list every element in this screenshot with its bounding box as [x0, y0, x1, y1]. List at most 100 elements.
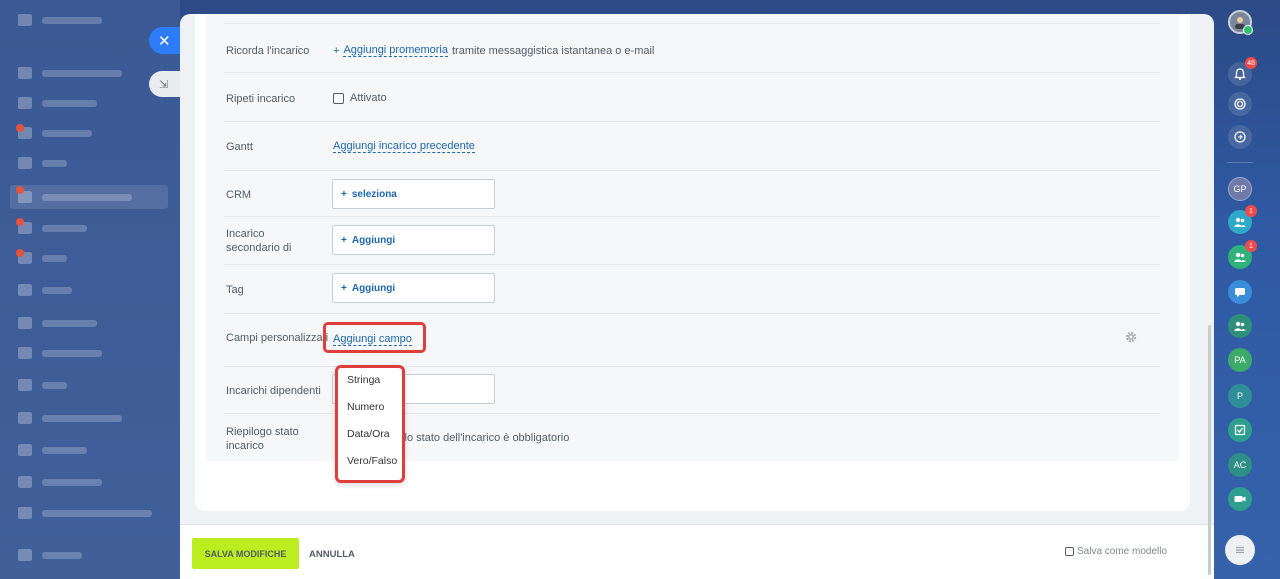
online-status-icon: [1243, 25, 1253, 35]
plus-icon: +: [333, 44, 340, 57]
camera-icon: [1234, 496, 1246, 502]
tag-label: Tag: [226, 284, 244, 296]
gantt-value: Aggiungi incarico precedente: [333, 140, 475, 153]
group-icon: [1234, 321, 1246, 331]
dropdown-option[interactable]: Data/Ora: [347, 428, 390, 440]
notification-dot: [16, 124, 24, 132]
notifications-button[interactable]: 48: [1228, 57, 1257, 86]
menu-item[interactable]: [18, 10, 168, 30]
notification-dot: [16, 218, 24, 226]
message-icon: [1235, 288, 1245, 298]
minimize-panel-button[interactable]: ⇲: [149, 71, 182, 97]
menu-item[interactable]: [18, 93, 168, 113]
top-divider: [224, 14, 1160, 24]
notification-dot: [16, 186, 24, 194]
highlight-frame: [323, 322, 426, 353]
gantt-label: Gantt: [226, 141, 253, 153]
panel-scrollbar[interactable]: [1208, 325, 1211, 575]
add-previous-task-link[interactable]: Aggiungi incarico precedente: [333, 140, 475, 153]
menu-item[interactable]: [18, 472, 168, 492]
crm-label: CRM: [226, 189, 252, 201]
close-panel-button[interactable]: ✕: [149, 27, 182, 54]
menu-item[interactable]: [18, 545, 168, 565]
video-call[interactable]: [1228, 487, 1252, 511]
plus-icon: +: [341, 234, 347, 246]
subtask-row: Incarico secondario di + Aggiungi: [224, 217, 1160, 265]
menu-item[interactable]: [18, 153, 168, 173]
menu-item[interactable]: [18, 248, 168, 268]
subtask-add-label: Aggiungi: [351, 234, 396, 246]
crm-row: CRM + seleziona: [224, 171, 1160, 217]
menu-item[interactable]: [18, 280, 168, 300]
group-icon: [1234, 252, 1246, 262]
save-as-template-checkbox[interactable]: [1065, 547, 1074, 556]
reminder-row: Ricorda l'incarico + Aggiungi promemoria…: [224, 24, 1160, 73]
gear-icon[interactable]: [1125, 331, 1137, 343]
reminder-value: + Aggiungi promemoria tramite messaggist…: [333, 44, 654, 57]
repeat-value: Attivato: [333, 92, 387, 104]
dropdown-option[interactable]: Stringa: [347, 374, 380, 386]
menu-item-active[interactable]: [10, 185, 168, 209]
tag-add-label: Aggiungi: [351, 282, 396, 294]
chat-initials: P: [1236, 391, 1243, 401]
group-chat-2[interactable]: 1: [1228, 240, 1257, 269]
reminder-label: Ricorda l'incarico: [226, 45, 310, 57]
footer-bar: SALVA MODIFICHE ANNULLA Salva come model…: [180, 524, 1214, 579]
chat-ac[interactable]: AC: [1228, 453, 1252, 477]
menu-lines-icon: [1236, 546, 1244, 554]
copilot-button[interactable]: [1228, 92, 1252, 116]
checkbox-icon: [1234, 424, 1246, 436]
tag-add-button[interactable]: + Aggiungi: [332, 273, 495, 303]
subtask-label: Incarico secondario di: [226, 228, 292, 254]
spiral-icon: [1234, 98, 1246, 110]
group-chat-3[interactable]: [1228, 314, 1252, 338]
menu-button[interactable]: [1225, 535, 1255, 565]
repeat-checkbox[interactable]: [333, 92, 344, 104]
notification-dot: [16, 249, 24, 257]
chat-messages[interactable]: [1228, 280, 1252, 304]
menu-item[interactable]: [18, 343, 168, 363]
subtask-add-button[interactable]: + Aggiungi: [332, 225, 495, 255]
notifications-badge: 48: [1245, 57, 1257, 69]
chat-pa[interactable]: PA: [1228, 348, 1252, 372]
custom-fields-label: Campi personalizzati: [226, 332, 329, 344]
search-button[interactable]: [1228, 125, 1252, 149]
dependent-tasks-label: Incarichi dipendenti: [226, 385, 321, 397]
dropdown-option[interactable]: Numero: [347, 401, 384, 413]
chat-badge: 1: [1245, 240, 1257, 252]
search-icon: [1234, 131, 1246, 143]
chat-p[interactable]: P: [1228, 384, 1252, 408]
menu-item[interactable]: [18, 313, 168, 333]
group-chat-1[interactable]: 1: [1228, 205, 1257, 234]
plus-icon: +: [341, 188, 347, 200]
tag-row: Tag + Aggiungi: [224, 265, 1160, 314]
chat-gp[interactable]: GP: [1228, 177, 1252, 201]
status-summary-label: Riepilogo stato incarico: [226, 426, 299, 452]
minimize-icon: ⇲: [159, 78, 169, 91]
dropdown-option[interactable]: Vero/Falso: [347, 455, 397, 467]
menu-item[interactable]: [18, 123, 168, 143]
menu-item[interactable]: [18, 408, 168, 428]
task-edit-panel: Ricorda l'incarico + Aggiungi promemoria…: [180, 14, 1214, 579]
tasks-chat[interactable]: [1228, 418, 1252, 442]
reminder-suffix: tramite messaggistica istantanea o e-mai…: [452, 44, 655, 57]
menu-item[interactable]: [18, 218, 168, 238]
repeat-checkbox-label: Attivato: [350, 92, 387, 104]
status-summary-text: ello stato dell'incarico è obbligatorio: [396, 432, 570, 444]
repeat-row: Ripeti incarico Attivato: [224, 73, 1160, 122]
field-type-dropdown: Stringa Numero Data/Ora Vero/Falso: [335, 365, 405, 483]
menu-item[interactable]: [18, 375, 168, 395]
repeat-label: Ripeti incarico: [226, 93, 296, 105]
bell-icon: [1234, 68, 1246, 81]
menu-item[interactable]: [18, 63, 168, 83]
menu-item[interactable]: [18, 503, 168, 523]
user-avatar[interactable]: [1228, 10, 1253, 35]
cancel-button[interactable]: ANNULLA: [309, 549, 355, 560]
crm-select-button[interactable]: + seleziona: [332, 179, 495, 209]
divider: [1227, 162, 1253, 163]
gantt-row: Gantt Aggiungi incarico precedente: [224, 122, 1160, 171]
save-changes-button[interactable]: SALVA MODIFICHE: [192, 538, 299, 569]
chat-initials: AC: [1233, 460, 1247, 470]
add-reminder-link[interactable]: Aggiungi promemoria: [343, 44, 448, 57]
menu-item[interactable]: [18, 440, 168, 460]
